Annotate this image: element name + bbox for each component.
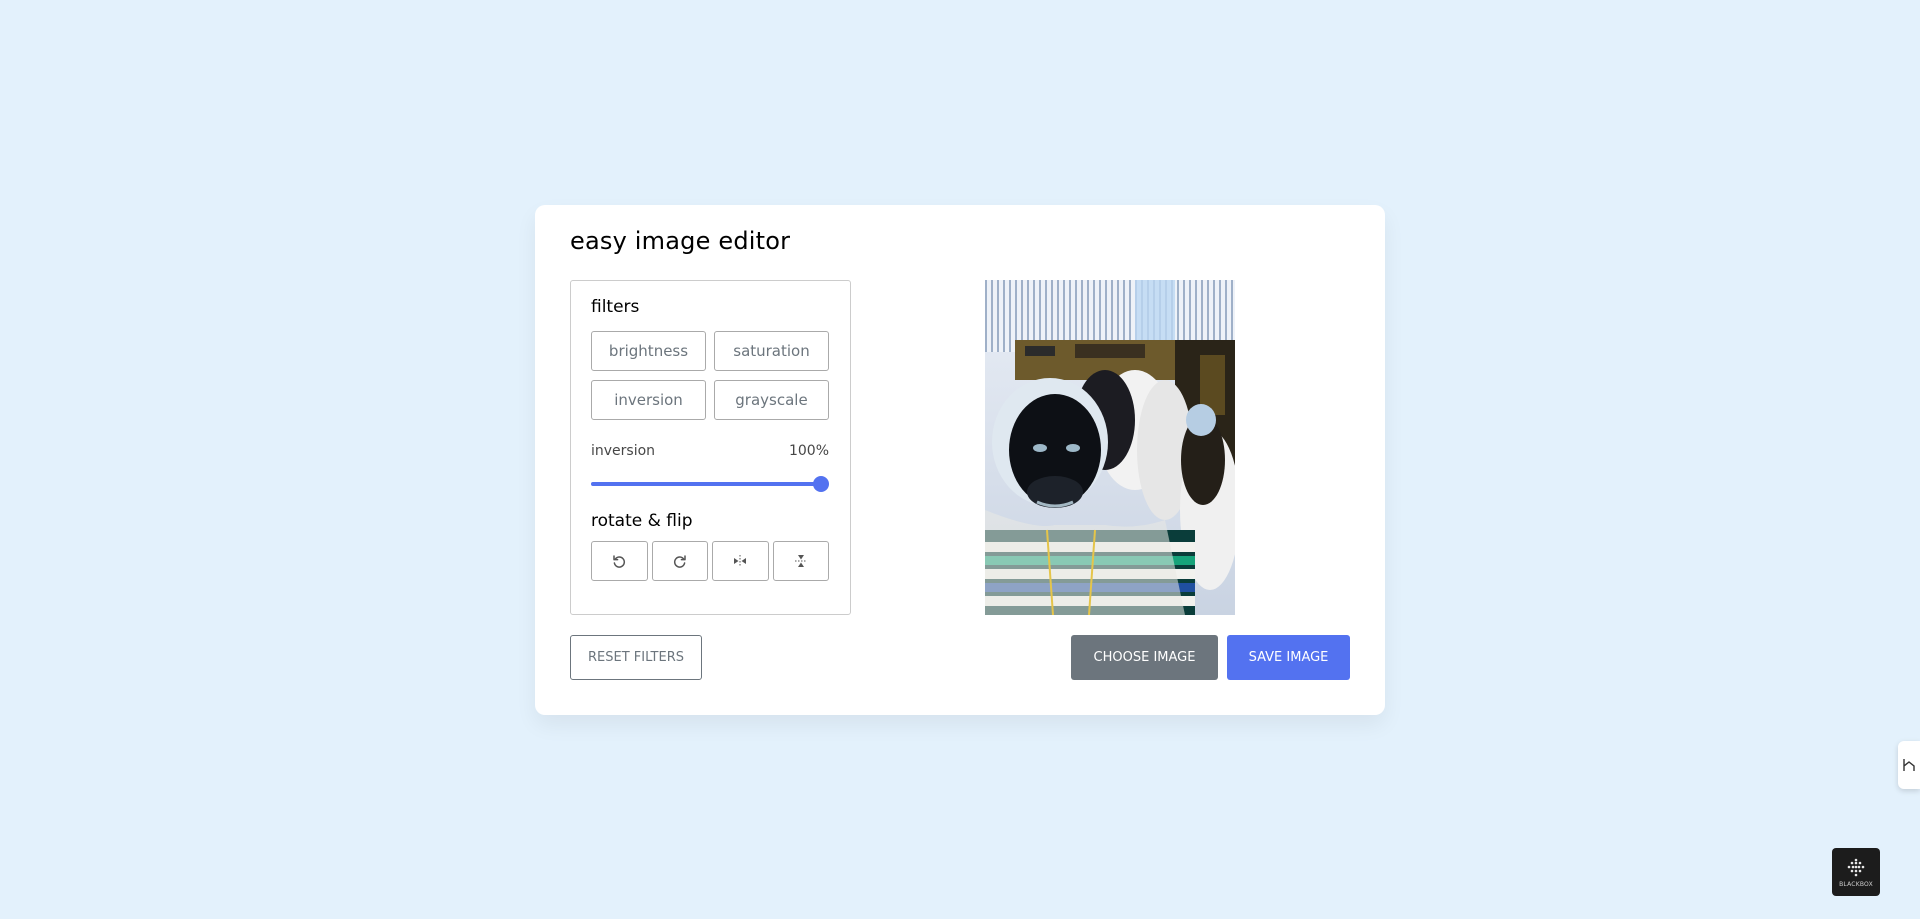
- rotate-left-button[interactable]: [591, 541, 648, 581]
- editor-panel: filters brightness saturation inversion …: [570, 280, 851, 615]
- filter-slider[interactable]: [591, 475, 829, 493]
- rotate-flip-label: rotate & flip: [591, 511, 693, 531]
- filter-saturation-button[interactable]: saturation: [714, 331, 829, 371]
- rotate-options: [591, 541, 829, 581]
- reset-filters-button[interactable]: Reset Filters: [570, 635, 702, 680]
- filter-brightness-button[interactable]: brightness: [591, 331, 706, 371]
- rotate-right-icon: [673, 555, 686, 568]
- active-filter-value: 100%: [788, 443, 829, 459]
- flip-vertical-icon: [794, 555, 807, 567]
- side-tab[interactable]: [1898, 741, 1920, 789]
- image-preview: [985, 280, 1235, 615]
- blackbox-badge[interactable]: BLACKBOX: [1832, 848, 1880, 896]
- preview-image: [985, 280, 1235, 615]
- flip-vertical-button[interactable]: [772, 541, 829, 581]
- blackbox-label: BLACKBOX: [1839, 880, 1873, 888]
- filters-label: filters: [591, 297, 640, 317]
- active-filter-name: inversion: [591, 443, 656, 459]
- flip-horizontal-button[interactable]: [712, 541, 769, 581]
- flip-horizontal-icon: [734, 555, 747, 567]
- extension-handle-icon: [1903, 759, 1915, 771]
- filter-options: brightness saturation inversion grayscal…: [591, 331, 829, 420]
- rotate-right-button[interactable]: [651, 541, 708, 581]
- choose-image-button[interactable]: Choose Image: [1071, 635, 1218, 680]
- slider-fill: [591, 482, 821, 486]
- save-image-button[interactable]: Save Image: [1227, 635, 1350, 680]
- editor-card: easy image editor filters brightness sat…: [535, 205, 1385, 715]
- filter-grayscale-button[interactable]: grayscale: [714, 380, 829, 420]
- slider-info: inversion 100%: [591, 443, 829, 459]
- page-title: easy image editor: [570, 227, 791, 255]
- blackbox-logo-icon: [1847, 858, 1865, 876]
- filter-inversion-button[interactable]: inversion: [591, 380, 706, 420]
- rotate-left-icon: [613, 555, 626, 568]
- slider-thumb[interactable]: [813, 476, 829, 492]
